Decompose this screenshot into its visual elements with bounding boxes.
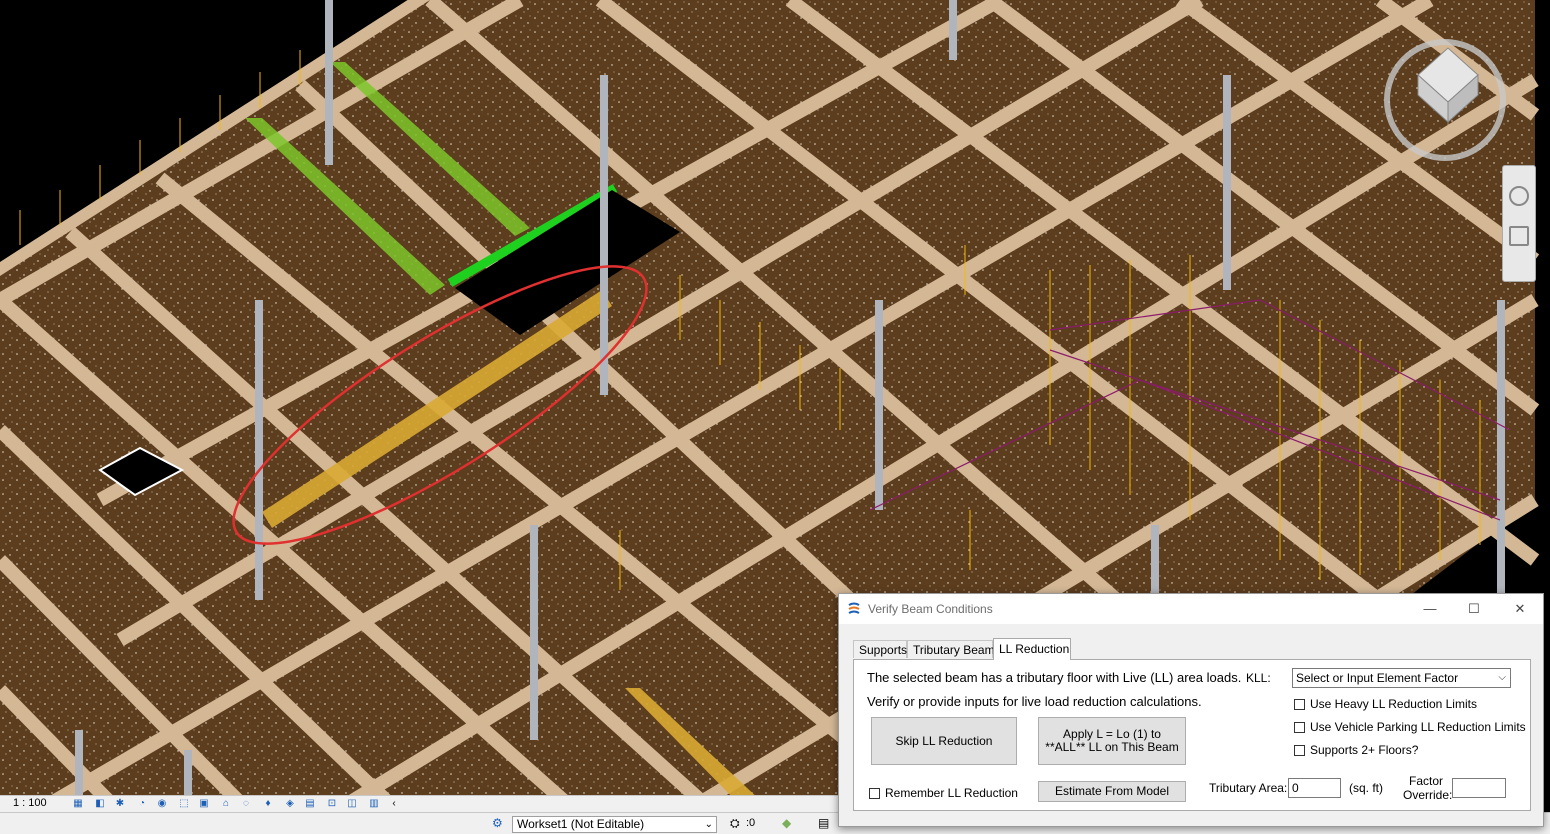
tab-tributary-beams[interactable]: Tributary Beams — [907, 640, 1001, 658]
tab-ll-reduction[interactable]: LL Reduction — [993, 638, 1071, 660]
close-button[interactable]: ✕ — [1505, 598, 1535, 620]
render-icon[interactable]: ◉ — [156, 798, 168, 809]
tributary-area-label: Tributary Area: — [1209, 781, 1288, 795]
heavy-ll-label: Use Heavy LL Reduction Limits — [1310, 697, 1477, 711]
vehicle-parking-checkbox[interactable]: Use Vehicle Parking LL Reduction Limits — [1294, 720, 1526, 734]
tributary-area-input[interactable] — [1288, 778, 1341, 798]
estimate-button-label: Estimate From Model — [1054, 784, 1170, 798]
tab-supports[interactable]: Supports — [853, 640, 907, 658]
unlock-3d-icon[interactable]: ⌂ — [220, 798, 232, 809]
supports-floors-checkbox[interactable]: Supports 2+ Floors? — [1294, 743, 1418, 757]
temporary-hide-icon[interactable]: ◌ — [240, 798, 252, 809]
remember-ll-checkbox[interactable]: Remember LL Reduction — [869, 786, 1018, 800]
checkbox-box[interactable] — [869, 787, 880, 799]
message-line-1: The selected beam has a tributary floor … — [867, 670, 1242, 685]
checkbox-box[interactable] — [1294, 744, 1305, 756]
shadows-icon[interactable]: ◔ — [136, 798, 148, 809]
factor-override-input[interactable] — [1452, 778, 1506, 798]
dialog-titlebar[interactable]: Verify Beam Conditions — ☐ ✕ — [839, 594, 1543, 624]
design-options-icon[interactable]: ◆ — [782, 816, 791, 830]
apply-button-line-2: **ALL** LL on This Beam — [1045, 740, 1179, 754]
reveal-constraints-icon[interactable]: ▥ — [368, 798, 380, 809]
apply-ll-all-button[interactable]: Apply L = Lo (1) to **ALL** LL on This B… — [1038, 717, 1186, 765]
navigation-bar[interactable] — [1502, 165, 1536, 282]
visual-style-icon[interactable]: ◧ — [94, 798, 106, 809]
minimize-button[interactable]: — — [1415, 598, 1445, 620]
worksets-icon[interactable]: ⚙ — [492, 816, 503, 830]
kll-select-value: Select or Input Element Factor — [1296, 671, 1459, 685]
skip-button-label: Skip LL Reduction — [895, 733, 993, 748]
verify-beam-conditions-dialog: Verify Beam Conditions — ☐ ✕ Supports Tr… — [838, 593, 1544, 827]
filter-icon[interactable]: ▤ — [818, 816, 829, 830]
checkbox-box[interactable] — [1294, 698, 1305, 710]
chevron-down-icon: ⌵ — [1498, 672, 1506, 683]
chevron-down-icon: ⌄ — [704, 819, 713, 830]
temporary-view-properties-icon[interactable]: ▤ — [304, 798, 316, 809]
reveal-hidden-icon[interactable]: ♦ — [262, 798, 274, 809]
highlight-displacement-icon[interactable]: ◫ — [346, 798, 358, 809]
skip-ll-reduction-button[interactable]: Skip LL Reduction — [871, 717, 1017, 765]
tributary-area-unit: (sq. ft) — [1349, 781, 1384, 795]
kll-label: KLL: — [1246, 671, 1271, 685]
worksharing-display-icon[interactable]: ◈ — [284, 798, 296, 809]
crop-view-icon[interactable]: ⬚ — [178, 798, 190, 809]
zoom-icon[interactable] — [1509, 226, 1529, 246]
factor-override-label-1: Factor — [1408, 774, 1443, 788]
steering-wheel-icon[interactable] — [1509, 186, 1529, 206]
workset-select[interactable]: Workset1 (Not Editable) ⌄ — [512, 816, 717, 833]
maximize-button[interactable]: ☐ — [1459, 598, 1489, 620]
app-logo-icon — [848, 602, 860, 614]
sun-path-icon[interactable]: ✱ — [114, 798, 126, 809]
analytical-model-icon[interactable]: ⊡ — [326, 798, 338, 809]
editable-only-icon[interactable]: ⛭ — [730, 816, 740, 831]
crop-region-icon[interactable]: ▣ — [198, 798, 210, 809]
dialog-title: Verify Beam Conditions — [868, 602, 993, 616]
collapse-arrow-icon[interactable]: ‹ — [388, 798, 400, 809]
message-line-2: Verify or provide inputs for live load r… — [867, 694, 1202, 709]
ll-reduction-panel: The selected beam has a tributary floor … — [853, 659, 1531, 811]
kll-select[interactable]: Select or Input Element Factor ⌵ — [1292, 668, 1511, 688]
heavy-ll-checkbox[interactable]: Use Heavy LL Reduction Limits — [1294, 697, 1477, 711]
vehicle-parking-label: Use Vehicle Parking LL Reduction Limits — [1310, 720, 1526, 734]
view-scale[interactable]: 1 : 100 — [13, 797, 47, 809]
workset-value: Workset1 (Not Editable) — [517, 817, 645, 831]
detail-level-icon[interactable]: ▦ — [72, 798, 84, 809]
remember-ll-label: Remember LL Reduction — [885, 786, 1018, 800]
editable-count: :0 — [746, 817, 756, 829]
estimate-from-model-button[interactable]: Estimate From Model — [1038, 781, 1186, 802]
checkbox-box[interactable] — [1294, 721, 1305, 733]
view-control-bar: 1 : 100 ▦ ◧ ✱ ◔ ◉ ⬚ ▣ ⌂ ◌ ♦ ◈ ▤ ⊡ ◫ ▥ ‹ — [0, 795, 838, 812]
factor-override-label-2: Override: — [1403, 788, 1453, 802]
supports-floors-label: Supports 2+ Floors? — [1310, 743, 1419, 757]
